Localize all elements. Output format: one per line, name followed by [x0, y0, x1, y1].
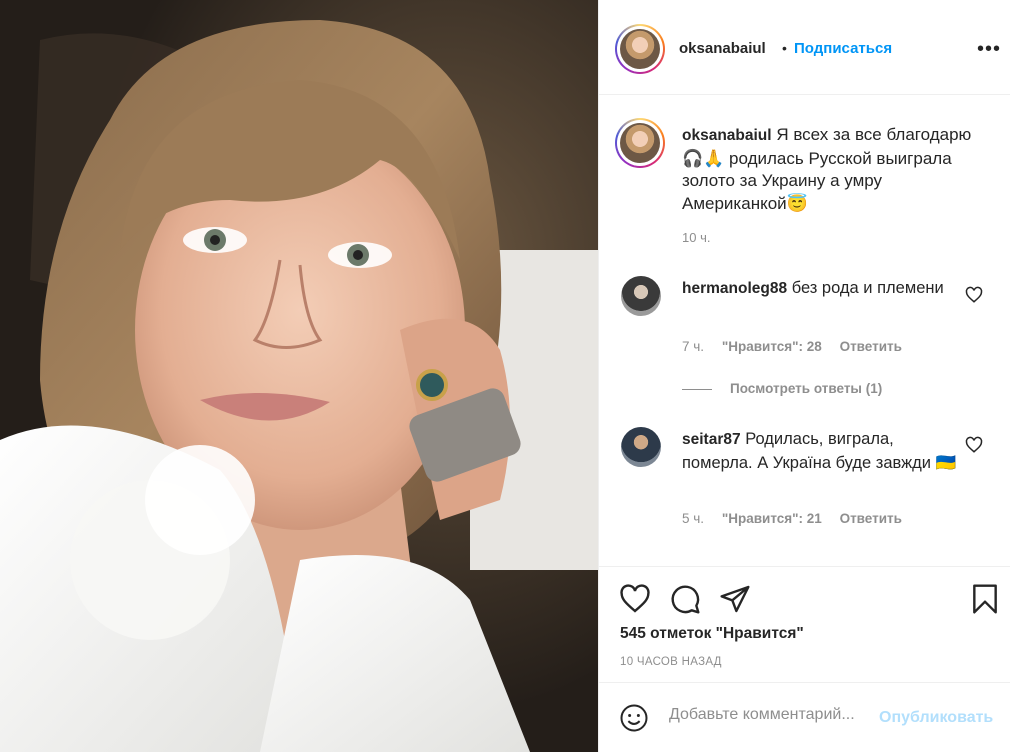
likes-count[interactable]: 545 отметок "Нравится" — [620, 625, 804, 643]
avatar-image — [620, 29, 660, 69]
author-username[interactable]: oksanabaiul — [679, 40, 766, 57]
avatar-image — [620, 123, 660, 163]
like-heart-icon[interactable] — [619, 583, 651, 615]
view-replies-label: Посмотреть ответы (1) — [730, 381, 883, 396]
post-timestamp: 10 ЧАСОВ НАЗАД — [620, 656, 722, 668]
post-caption: oksanabaiul Я всех за все благодарю 🎧🙏 р… — [682, 124, 982, 215]
replies-divider — [682, 388, 712, 390]
share-paper-plane-icon[interactable] — [719, 583, 751, 615]
comment-body: hermanoleg88 без рода и племени — [682, 277, 962, 301]
caption-username[interactable]: oksanabaiul — [682, 127, 772, 144]
comment-meta: 5 ч. "Нравится": 21 Ответить — [682, 511, 916, 526]
more-options-icon[interactable]: ••• — [977, 38, 1001, 61]
post-header: oksanabaiul • Подписаться ••• — [599, 0, 1010, 95]
post-photo[interactable] — [0, 0, 598, 752]
publish-button[interactable]: Опубликовать — [879, 709, 993, 727]
separator-dot: • — [782, 40, 787, 56]
add-comment-bar: Опубликовать — [599, 682, 1010, 752]
comment-username[interactable]: hermanoleg88 — [682, 280, 787, 297]
emoji-icon[interactable] — [619, 703, 649, 733]
comment-time: 5 ч. — [682, 511, 705, 526]
follow-button[interactable]: Подписаться — [794, 40, 892, 57]
view-replies-button[interactable]: Посмотреть ответы (1) — [682, 381, 882, 396]
comment-bubble-icon[interactable] — [669, 583, 701, 615]
comment-avatar[interactable] — [621, 276, 661, 316]
caption-avatar[interactable] — [615, 118, 665, 168]
profile-avatar[interactable] — [615, 24, 665, 74]
comment-time: 7 ч. — [682, 339, 705, 354]
comment-username[interactable]: seitar87 — [682, 431, 741, 448]
comment-body: seitar87 Родилась, виграла, померла. А У… — [682, 428, 962, 474]
save-bookmark-icon[interactable] — [969, 583, 1001, 615]
comment-input[interactable] — [669, 706, 874, 724]
comment-likes[interactable]: "Нравится": 21 — [722, 511, 822, 526]
comment-text: без рода и племени — [791, 279, 944, 297]
like-comment-heart-icon[interactable] — [965, 286, 983, 304]
post-side-panel: oksanabaiul • Подписаться ••• oksanabaiu… — [598, 0, 1010, 752]
reply-button[interactable]: Ответить — [840, 511, 902, 526]
comment-meta: 7 ч. "Нравится": 28 Ответить — [682, 339, 916, 354]
caption-time: 10 ч. — [682, 230, 711, 245]
portrait-image — [0, 0, 598, 752]
post-actions: 545 отметок "Нравится" 10 ЧАСОВ НАЗАД — [599, 566, 1010, 682]
comments-list[interactable]: oksanabaiul Я всех за все благодарю 🎧🙏 р… — [599, 96, 1010, 566]
comment-likes[interactable]: "Нравится": 28 — [722, 339, 822, 354]
reply-button[interactable]: Ответить — [840, 339, 902, 354]
comment-avatar[interactable] — [621, 427, 661, 467]
like-comment-heart-icon[interactable] — [965, 436, 983, 454]
